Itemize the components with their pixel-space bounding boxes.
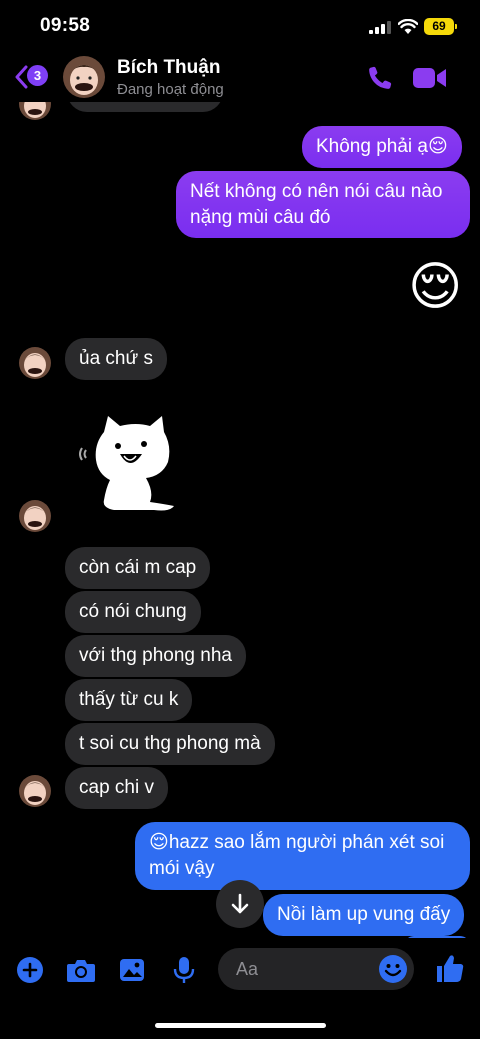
message-bubble-incoming[interactable]: với thg phong nha: [65, 635, 246, 677]
chat-header: 3 Bích Thuận Đang hoạt động: [0, 52, 480, 102]
sticker-cat[interactable]: [74, 414, 178, 514]
message-line: nặng mùi câu đó: [190, 207, 331, 228]
message-line: mói vậy: [149, 858, 215, 879]
sound-wave-icon: [79, 447, 87, 461]
cellular-signal-icon: [369, 21, 391, 34]
wifi-icon: [398, 19, 418, 34]
message-list[interactable]: Không phải ạ😌 Nết không có nên nói câu n…: [0, 102, 480, 938]
gallery-icon[interactable]: [118, 956, 146, 984]
contact-name[interactable]: Bích Thuận: [117, 57, 220, 79]
message-bubble-outgoing[interactable]: Không phải ạ😌: [302, 126, 462, 168]
message-bubble-incoming[interactable]: ủa chứ s: [65, 338, 167, 380]
video-call-icon[interactable]: [413, 66, 447, 90]
contact-avatar-small: [19, 102, 51, 120]
message-bubble-incoming-partial[interactable]: [67, 102, 223, 112]
microphone-icon[interactable]: [170, 956, 198, 984]
status-time: 09:58: [40, 15, 91, 36]
status-bar: 09:58 69: [0, 0, 480, 52]
message-bubble-outgoing[interactable]: Nồi làm up vung đấy: [263, 894, 465, 936]
emoji-icon[interactable]: [378, 954, 408, 984]
thumbs-up-icon[interactable]: [434, 952, 466, 984]
home-indicator: [155, 1023, 326, 1028]
back-chevron-icon: [15, 65, 28, 89]
message-input[interactable]: Aa: [218, 948, 414, 990]
message-bubble-incoming[interactable]: có nói chung: [65, 591, 201, 633]
contact-avatar[interactable]: [63, 56, 105, 98]
avatar-image: [63, 56, 105, 98]
phone-icon[interactable]: [366, 64, 394, 92]
arrow-down-icon: [231, 893, 249, 914]
message-bubble-outgoing[interactable]: Nết không có nên nói câu nào nặng mùi câ…: [176, 171, 470, 238]
message-bubble-incoming[interactable]: t soi cu thg phong mà: [65, 723, 275, 765]
battery-indicator: 69: [424, 18, 457, 35]
message-line: 😌hazz sao lắm người phán xét soi: [149, 830, 456, 856]
message-bubble-outgoing[interactable]: 😌hazz sao lắm người phán xét soi mói vậy: [135, 822, 470, 890]
camera-icon[interactable]: [66, 956, 96, 984]
input-placeholder: Aa: [236, 959, 259, 979]
plus-icon[interactable]: [16, 956, 44, 984]
contact-avatar-small: [19, 775, 51, 807]
composer-bar: Aa: [0, 938, 480, 1008]
message-text: hazz sao lắm người phán xét soi: [168, 832, 445, 853]
message-bubble-incoming[interactable]: cap chi v: [65, 767, 168, 809]
message-line: Nết không có nên nói câu nào: [190, 181, 443, 202]
message-bubble-incoming[interactable]: thấy từ cu k: [65, 679, 193, 721]
emoji: 😌: [149, 832, 169, 853]
contact-avatar-small: [19, 500, 51, 532]
unread-count-badge: 3: [27, 65, 48, 86]
presence-status: Đang hoạt động: [117, 81, 224, 98]
contact-avatar-small: [19, 347, 51, 379]
large-emoji-message[interactable]: 😌: [408, 257, 462, 317]
message-bubble-incoming[interactable]: còn cái m cap: [65, 547, 211, 589]
scroll-to-bottom-button[interactable]: [216, 880, 264, 928]
